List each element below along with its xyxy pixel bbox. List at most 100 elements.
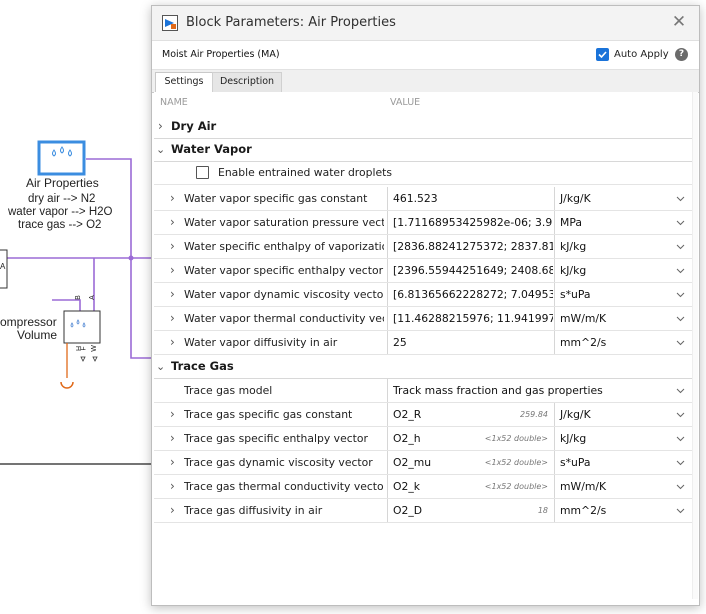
value-text: O2_R xyxy=(393,408,422,421)
tab-description[interactable]: Description xyxy=(212,72,282,93)
unit-text: J/kg/K xyxy=(560,408,591,421)
port-label: A xyxy=(0,262,6,271)
value-field[interactable]: [11.46288215976; 11.9419974... xyxy=(387,307,554,330)
unit-dropdown[interactable]: mW/m/K xyxy=(554,475,693,498)
chevron-down-icon[interactable] xyxy=(676,410,685,419)
param-row[interactable]: › Trace gas specific enthalpy vector O2_… xyxy=(154,427,692,451)
chevron-right-icon[interactable]: › xyxy=(170,187,175,210)
value-field[interactable]: [2836.88241275372; 2837.813... xyxy=(387,235,554,258)
value-text: [2836.88241275372; 2837.813... xyxy=(393,240,553,253)
group-row-dry-air[interactable]: › Dry Air xyxy=(154,115,692,139)
group-row-trace-gas[interactable]: ⌄ Trace Gas xyxy=(154,355,692,379)
chevron-right-icon[interactable]: › xyxy=(158,115,163,138)
chevron-down-icon[interactable] xyxy=(676,218,685,227)
chevron-right-icon[interactable]: › xyxy=(170,331,175,354)
thermal-port-icon[interactable] xyxy=(60,381,74,389)
unit-dropdown[interactable]: kJ/kg xyxy=(554,235,693,258)
chevron-right-icon[interactable]: › xyxy=(170,403,175,426)
close-icon[interactable]: ✕ xyxy=(669,12,689,32)
chevron-right-icon[interactable]: › xyxy=(170,283,175,306)
chevron-right-icon[interactable]: › xyxy=(170,235,175,258)
unit-dropdown[interactable]: mW/m/K xyxy=(554,307,693,330)
param-label: Trace gas specific gas constant xyxy=(184,408,353,421)
chevron-right-icon[interactable]: › xyxy=(170,427,175,450)
checkbox-unchecked-icon[interactable] xyxy=(196,166,209,179)
chevron-right-icon[interactable]: › xyxy=(170,307,175,330)
chevron-down-icon[interactable] xyxy=(676,290,685,299)
chevron-down-icon[interactable]: ⌄ xyxy=(156,138,165,161)
value-field[interactable]: 25 xyxy=(387,331,554,354)
chevron-right-icon[interactable]: › xyxy=(170,475,175,498)
value-text: O2_mu xyxy=(393,456,432,469)
auto-apply-label: Auto Apply xyxy=(614,49,669,60)
tab-settings[interactable]: Settings xyxy=(155,72,213,93)
unit-text: s*uPa xyxy=(560,456,591,469)
unit-text: MPa xyxy=(560,216,582,229)
value-field[interactable]: [2396.55944251649; 2408.686... xyxy=(387,259,554,282)
group-label: Water Vapor xyxy=(171,142,252,156)
param-row[interactable]: › Trace gas specific gas constant O2_R 25… xyxy=(154,403,692,427)
chevron-down-icon[interactable] xyxy=(676,458,685,467)
param-row[interactable]: › Water specific enthalpy of vaporizatio… xyxy=(154,235,692,259)
junction-dot xyxy=(128,255,134,261)
chevron-down-icon[interactable] xyxy=(676,242,685,251)
unit-text: mW/m/K xyxy=(560,480,607,493)
checkbox-row[interactable]: Enable entrained water droplets xyxy=(154,161,692,185)
trace-gas-model-dropdown[interactable]: Track mass fraction and gas properties xyxy=(387,379,693,402)
unit-dropdown[interactable]: J/kg/K xyxy=(554,187,693,210)
chevron-down-icon[interactable] xyxy=(676,314,685,323)
value-field[interactable]: O2_mu <1x52 double> xyxy=(387,451,554,474)
param-row[interactable]: › Water vapor diffusivity in air 25 mm^2… xyxy=(154,331,692,355)
chevron-right-icon[interactable]: › xyxy=(170,499,175,522)
group-row-water-vapor[interactable]: ⌄ Water Vapor xyxy=(154,138,692,162)
param-row[interactable]: › Water vapor specific enthalpy vector [… xyxy=(154,259,692,283)
param-row[interactable]: › Water vapor specific gas constant 461.… xyxy=(154,187,692,211)
param-label: Water vapor saturation pressure vector xyxy=(184,216,384,229)
param-row[interactable]: › Trace gas thermal conductivity vector … xyxy=(154,475,692,499)
param-row[interactable]: › Trace gas dynamic viscosity vector O2_… xyxy=(154,451,692,475)
value-text: 25 xyxy=(393,336,407,349)
note-line: water vapor --> H2O xyxy=(8,206,113,218)
value-field[interactable]: O2_h <1x52 double> xyxy=(387,427,554,450)
value-field[interactable]: O2_D 18 xyxy=(387,499,554,522)
chevron-down-icon[interactable] xyxy=(676,434,685,443)
param-row[interactable]: › Water vapor dynamic viscosity vector [… xyxy=(154,283,692,307)
chevron-right-icon[interactable]: › xyxy=(170,211,175,234)
chevron-down-icon[interactable] xyxy=(676,386,685,395)
value-field[interactable]: 461.523 xyxy=(387,187,554,210)
connection-line[interactable] xyxy=(52,299,81,311)
unit-dropdown[interactable]: s*uPa xyxy=(554,283,693,306)
chevron-down-icon[interactable] xyxy=(676,266,685,275)
param-row[interactable]: › Water vapor thermal conductivity vecto… xyxy=(154,307,692,331)
chevron-right-icon[interactable]: › xyxy=(170,259,175,282)
dialog-titlebar[interactable]: Block Parameters: Air Properties ✕ xyxy=(152,6,699,41)
chevron-down-icon[interactable] xyxy=(676,506,685,515)
checkbox-checked-icon[interactable] xyxy=(596,48,609,61)
air-properties-block[interactable] xyxy=(37,140,86,176)
param-row[interactable]: Trace gas model Track mass fraction and … xyxy=(154,379,692,403)
unit-dropdown[interactable]: J/kg/K xyxy=(554,403,693,426)
value-text: O2_h xyxy=(393,432,421,445)
unit-dropdown[interactable]: mm^2/s xyxy=(554,499,693,522)
help-icon[interactable]: ? xyxy=(675,48,688,61)
vertical-scrollbar[interactable] xyxy=(692,92,698,599)
unit-dropdown[interactable]: kJ/kg xyxy=(554,259,693,282)
unit-dropdown[interactable]: mm^2/s xyxy=(554,331,693,354)
unit-dropdown[interactable]: kJ/kg xyxy=(554,427,693,450)
value-hint: <1x52 double> xyxy=(484,434,548,443)
param-row[interactable]: › Trace gas diffusivity in air O2_D 18 mm… xyxy=(154,499,692,523)
chevron-down-icon[interactable] xyxy=(676,338,685,347)
unit-dropdown[interactable]: s*uPa xyxy=(554,451,693,474)
value-field[interactable]: O2_k <1x52 double> xyxy=(387,475,554,498)
compressor-volume-block[interactable] xyxy=(63,310,101,344)
value-field[interactable]: [6.81365662228272; 7.049537... xyxy=(387,283,554,306)
value-field[interactable]: O2_R 259.84 xyxy=(387,403,554,426)
chevron-right-icon[interactable]: › xyxy=(170,451,175,474)
unit-dropdown[interactable]: MPa xyxy=(554,211,693,234)
chevron-down-icon[interactable]: ⌄ xyxy=(156,355,165,378)
chevron-down-icon[interactable] xyxy=(676,194,685,203)
parameters-table: NAME VALUE › Dry Air ⌄ Water Vapor Enabl… xyxy=(154,92,692,599)
param-row[interactable]: › Water vapor saturation pressure vector… xyxy=(154,211,692,235)
value-field[interactable]: [1.71168953425982e-06; 3.937... xyxy=(387,211,554,234)
chevron-down-icon[interactable] xyxy=(676,482,685,491)
